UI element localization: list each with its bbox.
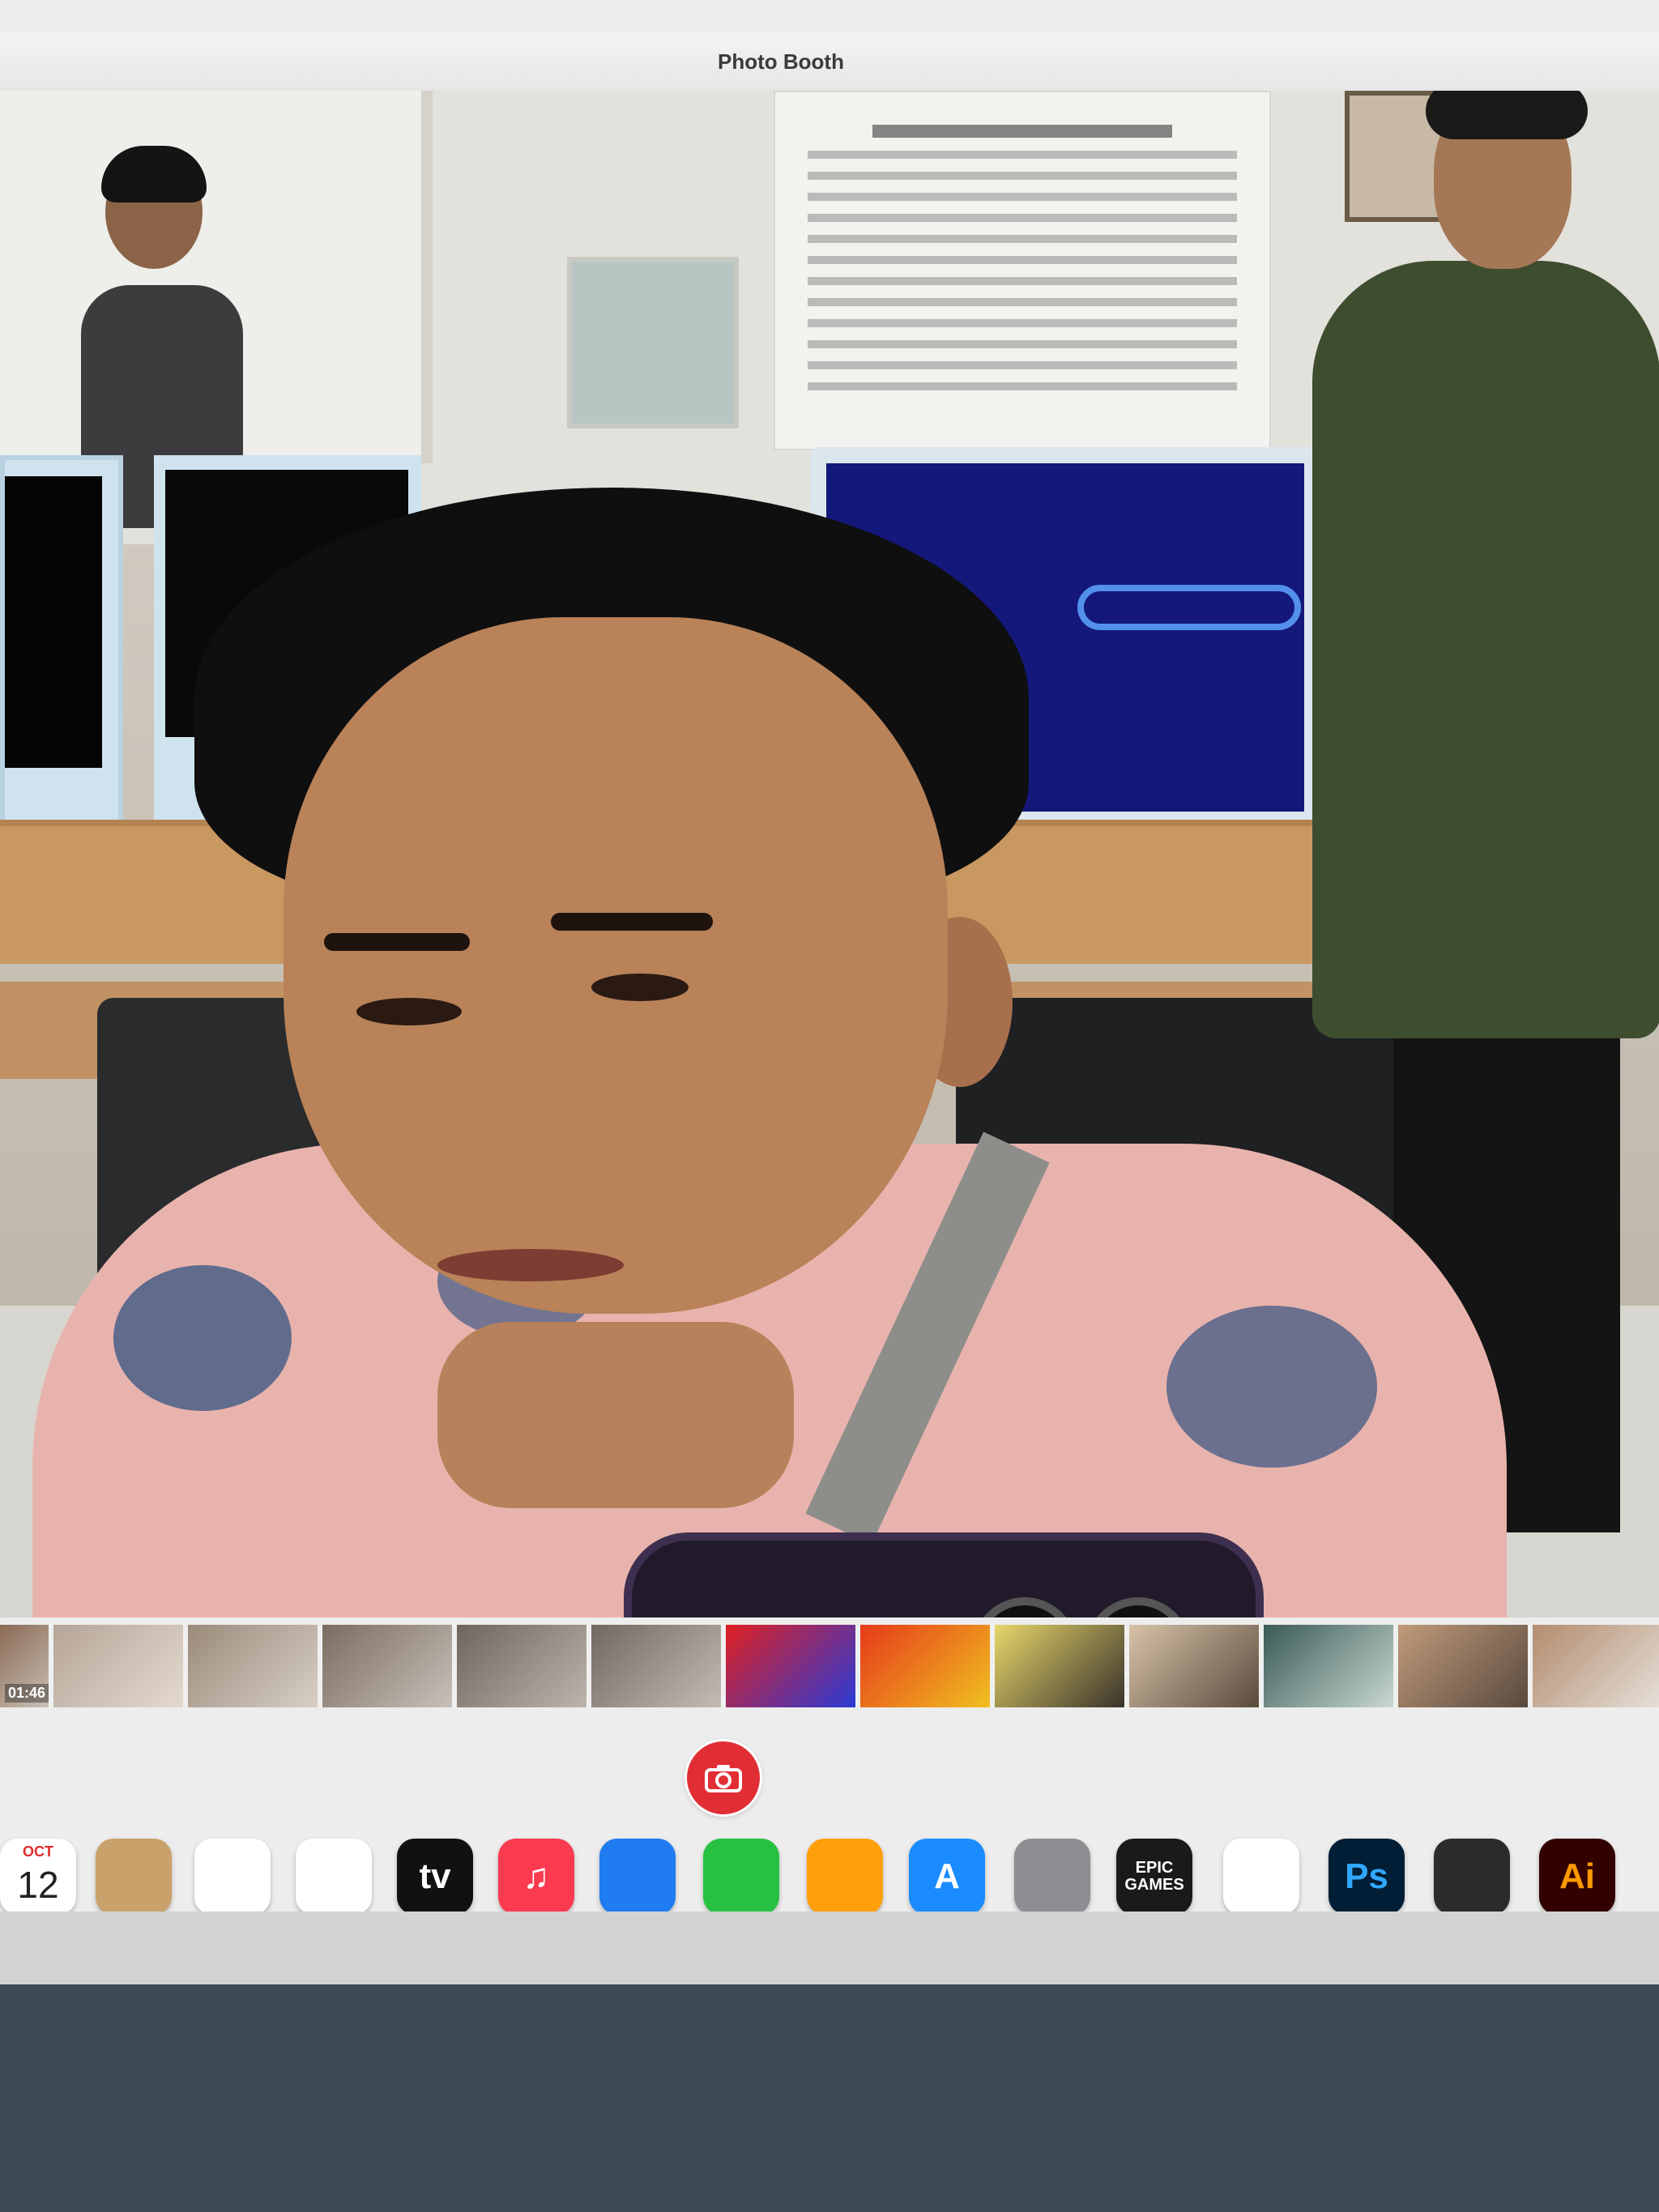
epic-games-label: EPIC GAMES [1124, 1859, 1184, 1894]
calendar-dock-icon[interactable]: OCT 12 [0, 1839, 76, 1915]
monitor-bezel [0, 1912, 1659, 1984]
photo-strip[interactable]: 01:46 [0, 1625, 1659, 1707]
glass-cabinet [567, 257, 739, 428]
contacts-dock-icon[interactable] [96, 1839, 172, 1915]
photoshop-dock-icon[interactable]: Ps [1328, 1839, 1405, 1915]
apple-tv-dock-icon[interactable]: tv [397, 1839, 473, 1915]
phone [624, 1532, 1264, 1617]
keynote-dock-icon[interactable] [599, 1839, 676, 1915]
photoshop-label: Ps [1345, 1856, 1388, 1896]
monitor-chin [0, 1984, 1659, 2212]
freeform-dock-icon[interactable] [296, 1839, 372, 1915]
screen: Photo Booth 01:46 OCT 12 tv ♫ A EPIC GAM… [0, 0, 1659, 1926]
music-label: ♫ [522, 1856, 550, 1896]
photo-thumbnail[interactable] [1264, 1625, 1393, 1707]
photo-thumbnail[interactable] [1129, 1625, 1259, 1707]
apple-tv-label: tv [419, 1856, 451, 1896]
thumbnail-duration: 01:46 [5, 1684, 49, 1703]
photo-thumbnail[interactable]: 01:46 [0, 1625, 49, 1707]
wall-poster [774, 91, 1271, 450]
photo-thumbnail[interactable] [860, 1625, 990, 1707]
photo-thumbnail[interactable] [1398, 1625, 1528, 1707]
photo-thumbnail[interactable] [188, 1625, 318, 1707]
photo-thumbnail[interactable] [1533, 1625, 1659, 1707]
photo-thumbnail[interactable] [53, 1625, 183, 1707]
music-dock-icon[interactable]: ♫ [498, 1839, 574, 1915]
photo-thumbnail[interactable] [995, 1625, 1124, 1707]
window-title: Photo Booth [718, 49, 844, 74]
photo-thumbnail[interactable] [322, 1625, 452, 1707]
photo-thumbnail[interactable] [591, 1625, 721, 1707]
illustrator-dock-icon[interactable]: Ai [1539, 1839, 1615, 1915]
calendar-day: 12 [17, 1864, 59, 1906]
blender-dock-icon[interactable] [1434, 1839, 1510, 1915]
system-settings-dock-icon[interactable] [1014, 1839, 1090, 1915]
photo-thumbnail[interactable] [457, 1625, 586, 1707]
photo-thumbnail[interactable] [726, 1625, 855, 1707]
reminders-dock-icon[interactable] [194, 1839, 271, 1915]
numbers-dock-icon[interactable] [703, 1839, 779, 1915]
camera-preview [0, 91, 1659, 1617]
pages-dock-icon[interactable] [807, 1839, 883, 1915]
app-store-label: A [934, 1856, 960, 1896]
camera-icon [705, 1765, 742, 1792]
app-store-dock-icon[interactable]: A [909, 1839, 985, 1915]
epic-games-dock-icon[interactable]: EPIC GAMES [1116, 1839, 1192, 1915]
chrome-dock-icon[interactable] [1223, 1839, 1299, 1915]
calendar-month: OCT [23, 1843, 53, 1860]
title-bar[interactable]: Photo Booth [0, 32, 1659, 92]
subject-person [32, 415, 1507, 1617]
illustrator-label: Ai [1559, 1856, 1595, 1896]
